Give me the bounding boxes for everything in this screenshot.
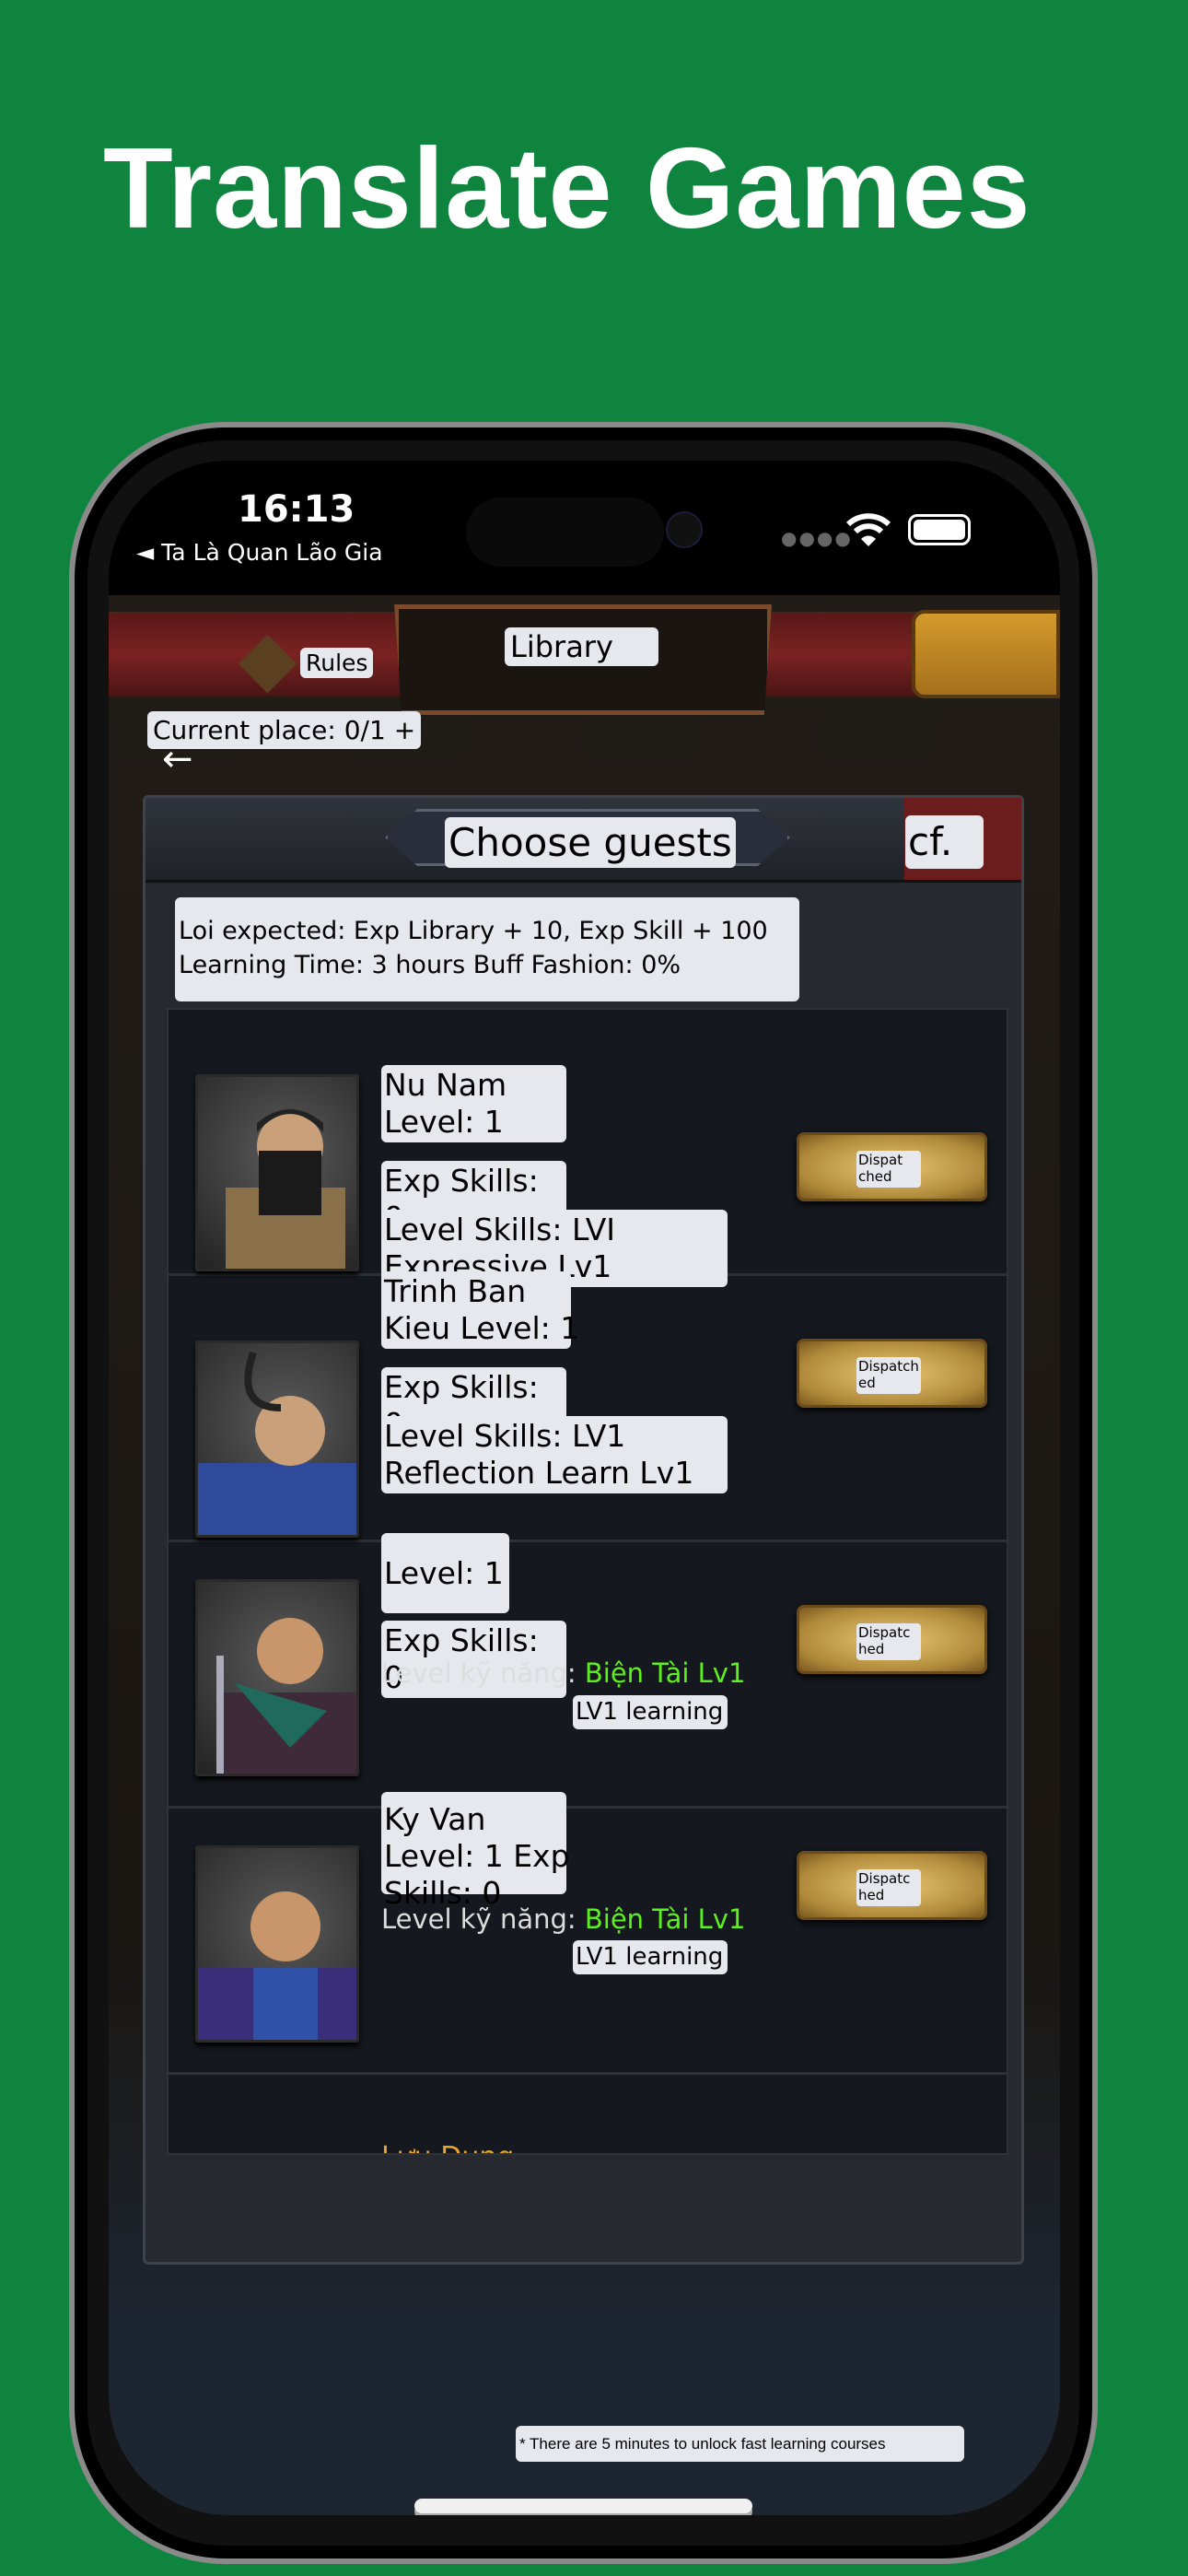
signal-dots-icon: ●●●● (781, 527, 853, 549)
skill-line: Level kỹ năng: Biện Tài Lv1 (381, 1903, 746, 1935)
learning-label: LV1 learning (573, 1695, 728, 1729)
confirm-close-button[interactable]: cf. (905, 815, 984, 869)
toast-message: * There are 5 minutes to unlock fast lea… (516, 2426, 964, 2462)
home-indicator[interactable] (414, 2499, 752, 2513)
guest-name-level: Nu Nam Level: 1 (381, 1065, 566, 1142)
guest-portrait (195, 1845, 359, 2043)
guest-portrait (195, 1341, 359, 1538)
page-title: Library (505, 627, 658, 666)
choose-guests-dialog: Choose guests cf. Loi expected: Exp Libr… (143, 795, 1024, 2265)
dispatch-button[interactable]: Dispatc hed (797, 1851, 987, 1920)
list-item: Level: 1 Exp Skills: 0 Level kỹ năng: Bi… (169, 1533, 1007, 1809)
expected-info: Loi expected: Exp Library + 10, Exp Skil… (175, 897, 799, 1001)
camera-icon (666, 511, 703, 548)
guest-skills: Level Skills: LV1 Reflection Learn Lv1 (381, 1416, 728, 1493)
status-time: 16:13 (238, 488, 355, 531)
guest-list[interactable]: Nu Nam Level: 1 Exp Skills: 0 Level Skil… (167, 1008, 1008, 2155)
skill-value: Biện Tài Lv1 (584, 1903, 746, 1935)
dispatch-button[interactable]: Dispat ched (797, 1132, 987, 1201)
back-arrow-icon[interactable]: ← (162, 738, 193, 780)
list-item: Trinh Ban Kieu Level: 1 Exp Skills: 0 Le… (169, 1271, 1007, 1542)
dispatch-button[interactable]: Dispatc hed (797, 1605, 987, 1674)
game-view: Rules Library Current place: 0/1 + ← Cho… (109, 595, 1060, 2515)
list-item: Nu Nam Level: 1 Exp Skills: 0 Level Skil… (169, 1010, 1007, 1287)
dynamic-island (466, 498, 664, 567)
guest-level: Level: 1 (381, 1533, 509, 1613)
learning-label: LV1 learning (573, 1940, 728, 1974)
battery-icon (908, 514, 971, 545)
dragon-back-button[interactable] (912, 610, 1060, 698)
list-item: Ky Van Level: 1 Exp Skills: 0 Level kỹ n… (169, 1792, 1007, 2075)
guest-name-level: Ky Van Level: 1 Exp Skills: 0 (381, 1792, 570, 1911)
wifi-icon (845, 513, 891, 546)
guest-name-level: Trinh Ban Kieu Level: 1 (381, 1271, 579, 1349)
guest-portrait (195, 1074, 359, 1271)
rules-button[interactable]: Rules (300, 648, 374, 678)
skill-line: Level kỹ năng: Biện Tài Lv1 (381, 1657, 746, 1689)
headline: Translate Games (103, 125, 1031, 252)
guest-portrait (195, 1579, 359, 1776)
partial-guest-name: Lưu Dung (381, 2141, 514, 2153)
back-to-app-link[interactable]: ◄ Ta Là Quan Lão Gia (136, 539, 383, 566)
phone-screen: 16:13 ◄ Ta Là Quan Lão Gia ●●●● Rules Li… (109, 461, 1060, 2515)
skill-value: Biện Tài Lv1 (584, 1657, 746, 1689)
dispatch-button[interactable]: Dispatch ed (797, 1339, 987, 1408)
dialog-title: Choose guests (445, 817, 736, 868)
